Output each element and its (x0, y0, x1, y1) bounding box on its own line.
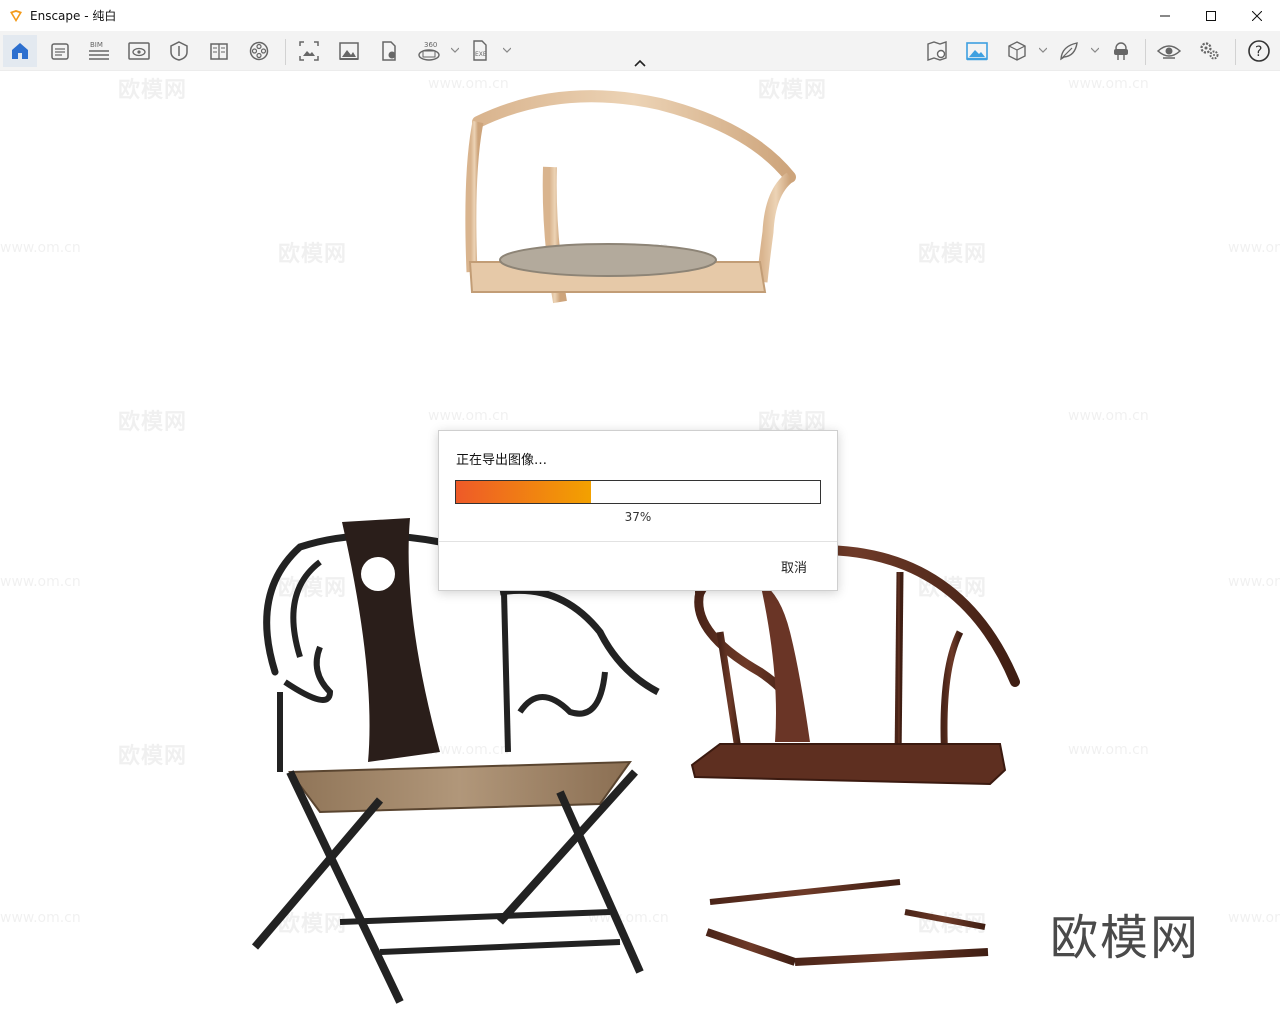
home-icon (12, 43, 28, 59)
notes-button[interactable] (43, 35, 77, 67)
view-icon (128, 42, 150, 60)
exe-dropdown[interactable] (502, 43, 512, 57)
progress-fill (456, 481, 591, 503)
minimize-button[interactable] (1142, 0, 1188, 31)
settings-icon (1200, 42, 1219, 60)
title-bar: Enscape - 纯白 (0, 0, 1280, 31)
exe-export-button[interactable]: EXE (464, 35, 498, 67)
landscape-active-icon (966, 42, 988, 61)
close-icon (1252, 10, 1262, 21)
shield-button[interactable] (162, 35, 196, 67)
dark-wood-chair (690, 544, 1020, 1002)
cancel-button[interactable]: 取消 (781, 557, 807, 576)
help-icon: ? (1248, 40, 1270, 62)
eye-button[interactable] (1152, 35, 1186, 67)
toolbar-separator (1145, 39, 1146, 65)
screenshot-icon (299, 41, 319, 61)
notes-icon (51, 43, 69, 60)
brand-watermark: 欧模网 (1050, 910, 1201, 966)
panorama-360-icon: 360 (418, 41, 440, 61)
image-button[interactable] (332, 35, 366, 67)
home-button[interactable] (3, 35, 37, 67)
help-button[interactable]: ? (1242, 35, 1276, 67)
leaf-dropdown[interactable] (1090, 43, 1100, 57)
film-reel-icon (249, 41, 269, 61)
panorama-dropdown[interactable] (450, 43, 460, 57)
bim-button[interactable]: BIM (82, 35, 116, 67)
svg-text:EXE: EXE (475, 51, 487, 58)
cube-button[interactable] (1000, 35, 1034, 67)
video-button[interactable] (242, 35, 276, 67)
vr-button[interactable] (1104, 35, 1138, 67)
exe-export-icon: EXE (473, 40, 487, 61)
settings-button[interactable] (1192, 35, 1226, 67)
svg-text:?: ? (1255, 44, 1262, 60)
leaf-button[interactable] (1052, 35, 1086, 67)
bim-icon: BIM (89, 41, 109, 60)
map-icon (927, 41, 947, 61)
vr-headset-icon (1114, 42, 1128, 60)
view-button[interactable] (122, 35, 156, 67)
progress-percent: 37% (624, 510, 652, 524)
window-title: Enscape - 纯白 (30, 9, 117, 23)
svg-text:BIM: BIM (90, 41, 103, 49)
leaf-icon (1060, 42, 1078, 61)
dialog-divider (439, 541, 837, 542)
panorama-button[interactable]: 360 (412, 35, 446, 67)
chevron-down-icon (1039, 47, 1047, 53)
toolbar-separator (1235, 39, 1236, 65)
book-icon (210, 43, 228, 60)
chevron-up-icon (634, 59, 646, 67)
screenshot-button[interactable] (292, 35, 326, 67)
light-wood-chair (465, 90, 796, 432)
enscape-logo-icon (8, 8, 24, 24)
file-export-button[interactable] (372, 35, 406, 67)
toolbar-separator (285, 39, 286, 65)
file-export-icon (382, 41, 396, 61)
maximize-icon (1206, 10, 1216, 21)
svg-text:360: 360 (424, 41, 437, 49)
chevron-down-icon (503, 47, 511, 53)
landscape-button[interactable] (960, 35, 994, 67)
map-button[interactable] (920, 35, 954, 67)
minimize-icon (1160, 15, 1170, 16)
export-progress-bar (455, 480, 821, 504)
image-icon (339, 42, 359, 60)
chevron-down-icon (1091, 47, 1099, 53)
dialog-title: 正在导出图像… (456, 453, 548, 468)
eye-icon (1157, 45, 1181, 59)
export-progress-dialog: 正在导出图像… 37% 取消 (438, 430, 838, 591)
cube-dropdown[interactable] (1038, 43, 1048, 57)
shield-icon (170, 41, 188, 61)
book-button[interactable] (202, 35, 236, 67)
close-button[interactable] (1234, 0, 1280, 31)
chevron-down-icon (451, 47, 459, 53)
collapse-toolbar-button[interactable] (632, 56, 648, 70)
maximize-button[interactable] (1188, 0, 1234, 31)
cube-icon (1008, 41, 1026, 61)
